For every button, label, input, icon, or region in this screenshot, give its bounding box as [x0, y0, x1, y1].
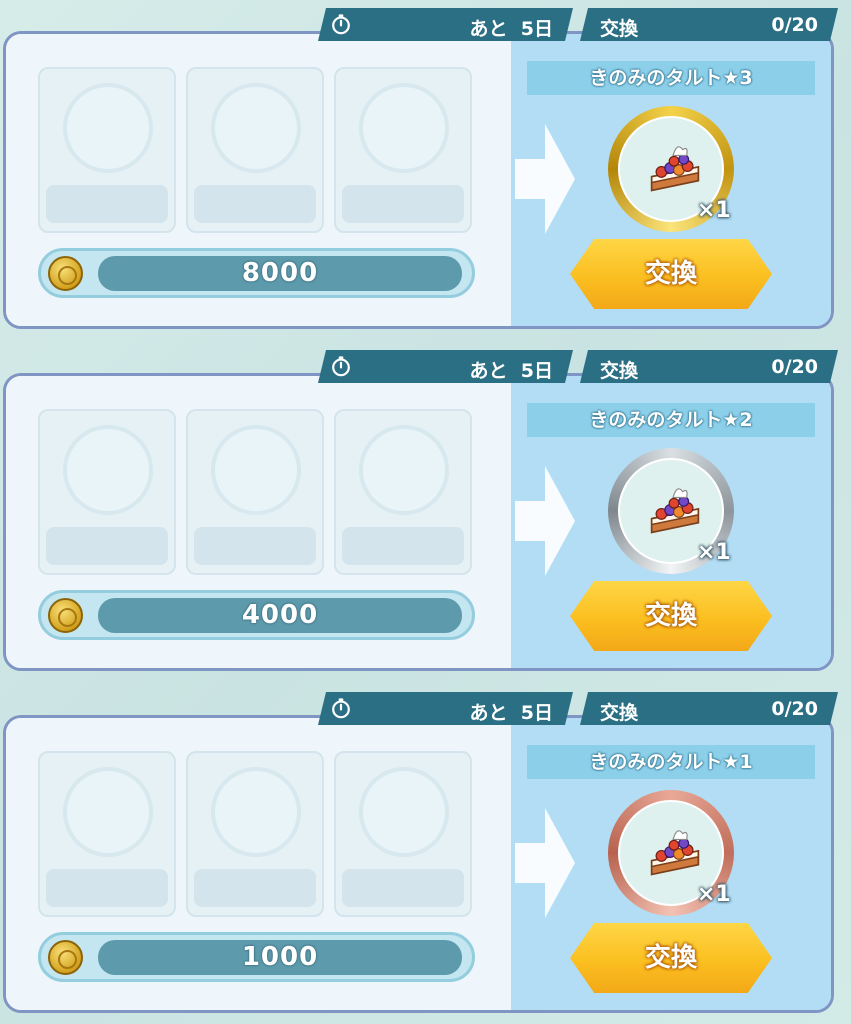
exchange-count-tab: 交換 0/20: [580, 692, 838, 725]
exchange-count-tab: 交換 0/20: [580, 8, 838, 41]
material-slot-icon: [211, 83, 301, 173]
stopwatch-icon: [330, 355, 352, 377]
exchange-card: あと 5日 交換 0/20 1000 きのみのタルト★1 ×1 交換: [0, 684, 851, 1024]
reward-item-name: きのみのタルト★3: [527, 61, 815, 95]
time-value: 5日: [520, 18, 553, 40]
material-slot: [186, 409, 324, 575]
exchange-count-tab: 交換 0/20: [580, 350, 838, 383]
reward-item-name: きのみのタルト★1: [527, 745, 815, 779]
material-slot-icon: [359, 425, 449, 515]
exchange-card: あと 5日 交換 0/20 4000 きのみのタルト★2 ×1 交換: [0, 342, 851, 684]
material-slot-label: [342, 869, 464, 907]
time-remaining: あと 5日: [470, 698, 553, 725]
material-slot: [186, 67, 324, 233]
cost-value: 1000: [98, 940, 462, 975]
material-slot-label: [194, 869, 316, 907]
exchange-button[interactable]: 交換: [570, 239, 772, 309]
right-arrow-icon: [515, 466, 575, 576]
material-slot-icon: [63, 83, 153, 173]
stopwatch-icon: [330, 13, 352, 35]
material-slot-icon: [211, 767, 301, 857]
exchange-count: 0/20: [771, 356, 818, 378]
exchange-button[interactable]: 交換: [570, 581, 772, 651]
reward-item-quantity: ×1: [697, 198, 731, 223]
material-slot-icon: [63, 425, 153, 515]
stopwatch-icon: [330, 697, 352, 719]
coin-icon: [48, 598, 83, 633]
cost-value: 4000: [98, 598, 462, 633]
reward-item-quantity: ×1: [697, 882, 731, 907]
right-arrow-icon: [515, 808, 575, 918]
material-slot: [186, 751, 324, 917]
right-arrow-icon: [515, 124, 575, 234]
material-slot: [334, 409, 472, 575]
time-remaining: あと 5日: [470, 356, 553, 383]
coin-icon: [48, 940, 83, 975]
material-slot-icon: [359, 83, 449, 173]
reward-item-name: きのみのタルト★2: [527, 403, 815, 437]
berry-tart-icon: [650, 830, 700, 876]
material-slot-icon: [63, 767, 153, 857]
time-value: 5日: [520, 360, 553, 382]
material-slot: [38, 67, 176, 233]
material-slot: [38, 409, 176, 575]
time-value: 5日: [520, 702, 553, 724]
material-slot-icon: [359, 767, 449, 857]
time-remaining-tab: あと 5日: [318, 8, 573, 41]
time-prefix: あと: [469, 18, 508, 40]
cost-display: 8000: [38, 248, 475, 298]
time-remaining: あと 5日: [470, 14, 553, 41]
time-prefix: あと: [469, 702, 508, 724]
material-slot-label: [46, 527, 168, 565]
reward-item-quantity: ×1: [697, 540, 731, 565]
material-slot: [334, 751, 472, 917]
material-slot: [334, 67, 472, 233]
material-slot-icon: [211, 425, 301, 515]
exchange-count-label: 交換: [600, 360, 639, 382]
material-slot-label: [342, 527, 464, 565]
berry-tart-icon: [650, 146, 700, 192]
time-remaining-tab: あと 5日: [318, 692, 573, 725]
material-slot: [38, 751, 176, 917]
time-remaining-tab: あと 5日: [318, 350, 573, 383]
material-slot-label: [342, 185, 464, 223]
material-slot-label: [194, 527, 316, 565]
exchange-count: 0/20: [771, 698, 818, 720]
berry-tart-icon: [650, 488, 700, 534]
exchange-count: 0/20: [771, 14, 818, 36]
coin-icon: [48, 256, 83, 291]
cost-value: 8000: [98, 256, 462, 291]
exchange-count-label: 交換: [600, 18, 639, 40]
material-slot-label: [46, 185, 168, 223]
material-slot-label: [46, 869, 168, 907]
cost-display: 4000: [38, 590, 475, 640]
cost-display: 1000: [38, 932, 475, 982]
exchange-count-label: 交換: [600, 702, 639, 724]
exchange-button[interactable]: 交換: [570, 923, 772, 993]
material-slot-label: [194, 185, 316, 223]
time-prefix: あと: [469, 360, 508, 382]
exchange-card: あと 5日 交換 0/20 8000 きのみのタルト★3 ×1 交換: [0, 0, 851, 342]
